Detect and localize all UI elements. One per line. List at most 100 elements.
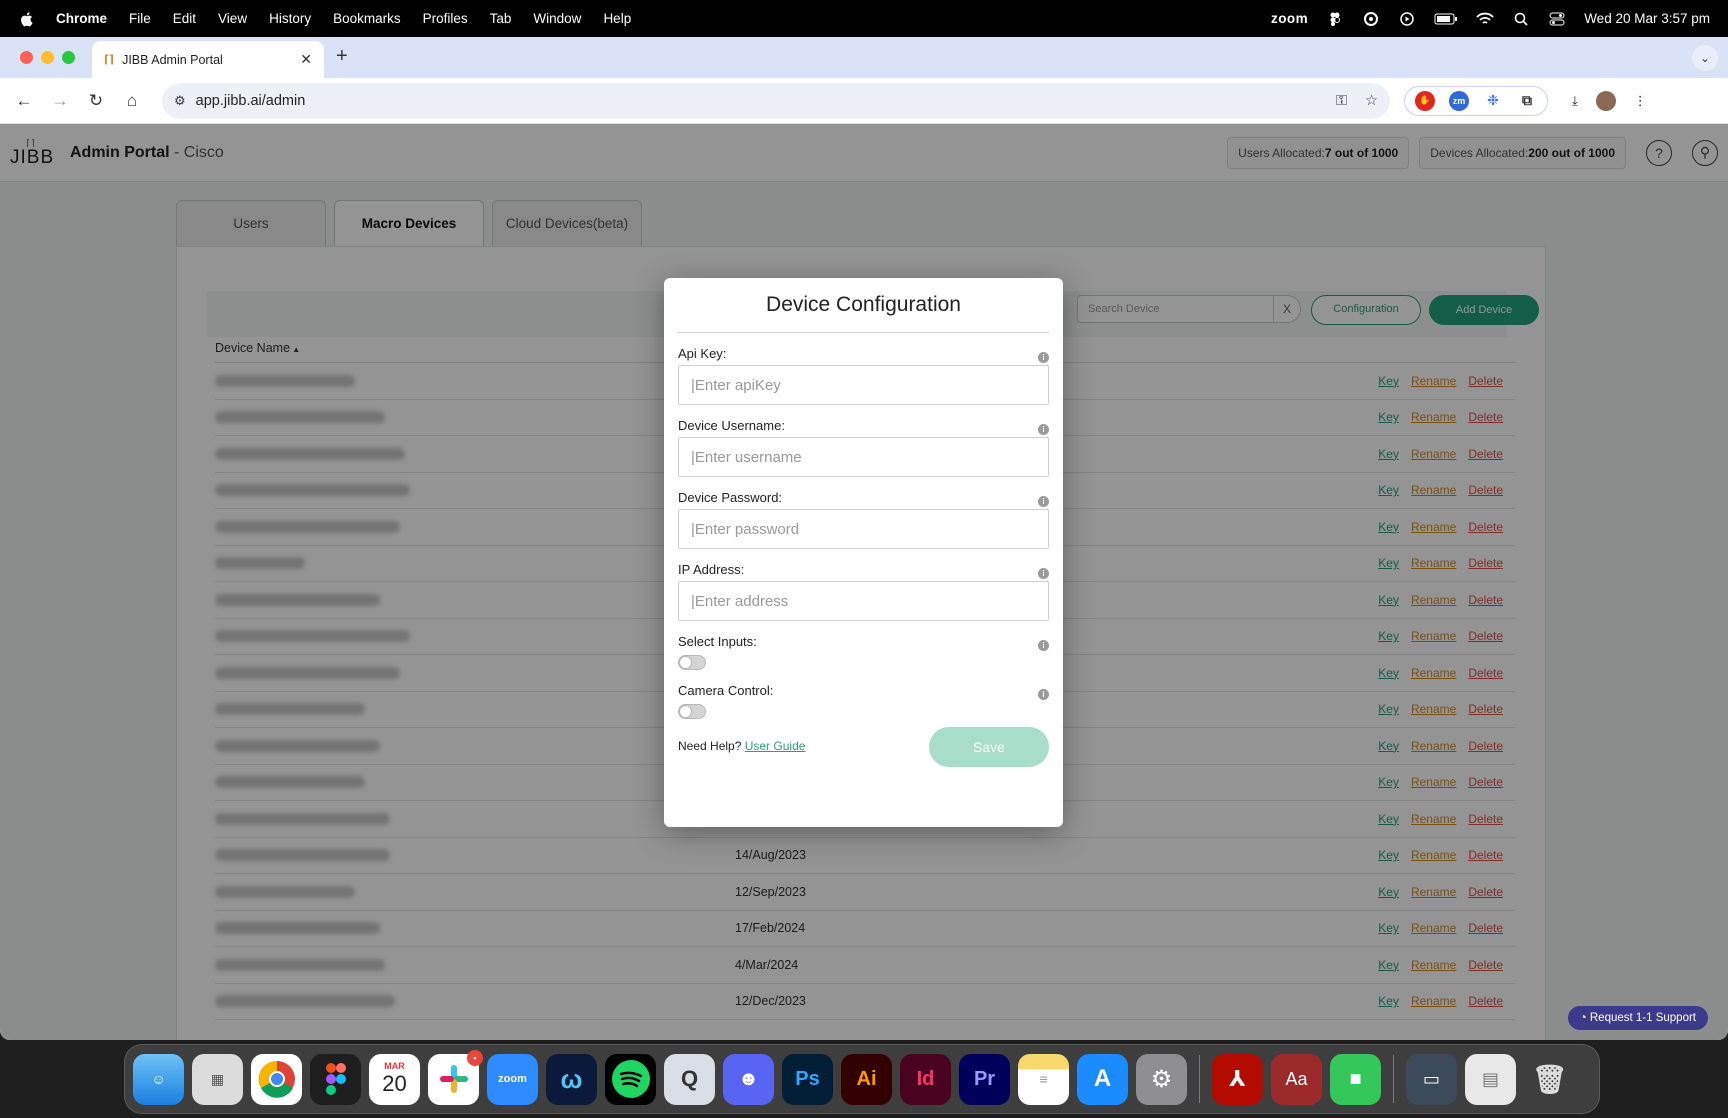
ip-address-label: IP Address: (678, 562, 745, 577)
close-tab-icon[interactable]: ✕ (300, 51, 312, 68)
password-input[interactable] (678, 509, 1049, 549)
address-bar[interactable]: ⚙ app.jibb.ai/admin ⚿ ☆ (162, 82, 1390, 119)
camera-control-toggle[interactable] (678, 704, 706, 719)
browser-tab-active[interactable]: ⌈⌉ JIBB Admin Portal ✕ (92, 41, 324, 78)
url-text[interactable]: app.jibb.ai/admin (196, 93, 306, 109)
jibb-favicon-icon: ⌈⌉ (104, 54, 115, 66)
camera-control-label: Camera Control: (678, 683, 774, 698)
webex-icon[interactable]: ω (546, 1053, 597, 1105)
dictionary-icon[interactable]: Aa (1271, 1053, 1322, 1105)
camera-control-group: Camera Control: i (678, 683, 1049, 719)
device-configuration-modal: Device Configuration Api Key: i Device U… (664, 278, 1063, 827)
illustrator-icon[interactable]: Ai (841, 1053, 892, 1105)
tab-search-icon[interactable]: ⌄ (1692, 45, 1718, 71)
slack-icon[interactable]: • (428, 1049, 483, 1105)
discord-icon[interactable]: ☻ (723, 1053, 774, 1105)
menu-edit[interactable]: Edit (173, 11, 196, 26)
select-inputs-toggle[interactable] (678, 655, 706, 670)
snowflake-extension-icon[interactable]: ❉ (1483, 90, 1503, 111)
spotlight-search-icon[interactable] (1512, 12, 1530, 26)
menu-profiles[interactable]: Profiles (423, 11, 468, 26)
password-label: Device Password: (678, 490, 783, 505)
app-store-icon[interactable]: A (1077, 1053, 1128, 1105)
facetime-icon[interactable]: ■ (1330, 1053, 1381, 1105)
zoom-icon[interactable]: zoom (487, 1053, 538, 1105)
extensions-puzzle-icon[interactable]: ⧉ (1517, 90, 1537, 111)
site-info-icon[interactable]: ⚙ (174, 93, 186, 109)
system-settings-icon[interactable]: ⚙ (1136, 1053, 1187, 1105)
new-tab-icon[interactable]: + (336, 45, 348, 68)
request-support-button[interactable]: ◔ Request 1-1 Support (1567, 1006, 1708, 1030)
user-guide-link[interactable]: User Guide (745, 739, 806, 753)
menubar-clock[interactable]: Wed 20 Mar 3:57 pm (1584, 11, 1710, 26)
username-field-group: Device Username: i (678, 418, 1049, 477)
control-center-icon[interactable] (1548, 12, 1566, 26)
launchpad-icon[interactable]: ▦ (192, 1053, 243, 1105)
menu-app-name[interactable]: Chrome (56, 11, 107, 26)
menu-tab[interactable]: Tab (490, 11, 512, 26)
macos-menu-bar: Chrome File Edit View History Bookmarks … (0, 0, 1728, 37)
wifi-icon[interactable] (1476, 12, 1494, 26)
ip-address-input[interactable] (678, 581, 1049, 621)
api-key-input[interactable] (678, 365, 1049, 405)
home-icon[interactable]: ⌂ (120, 89, 144, 113)
adblock-extension-icon[interactable]: ✋ (1415, 90, 1435, 111)
save-button[interactable]: Save (929, 727, 1049, 767)
api-key-info-icon[interactable]: i (1038, 352, 1049, 363)
maximize-window-button[interactable] (62, 51, 75, 64)
zoom-extension-icon[interactable]: zm (1449, 90, 1469, 111)
downloads-icon[interactable]: ⤓ (1572, 93, 1578, 109)
apple-logo-icon[interactable] (18, 10, 36, 28)
camera-control-info-icon[interactable]: i (1038, 689, 1049, 700)
documents-stack-icon[interactable]: ▤ (1465, 1053, 1516, 1105)
menu-bookmarks[interactable]: Bookmarks (333, 11, 401, 26)
menu-file[interactable]: File (129, 11, 151, 26)
calendar-icon[interactable]: MAR 20 (369, 1053, 420, 1105)
chrome-menu-icon[interactable]: ⋮ (1634, 93, 1647, 109)
password-key-icon[interactable]: ⚿ (1336, 93, 1347, 109)
support-chat-icon: ◔ (1579, 1012, 1590, 1024)
battery-icon[interactable] (1434, 12, 1458, 26)
creative-cloud-icon[interactable] (1362, 11, 1380, 26)
menu-history[interactable]: History (269, 11, 311, 26)
menu-view[interactable]: View (218, 11, 247, 26)
close-window-button[interactable] (20, 51, 33, 64)
screenshot-thumbnail-icon[interactable]: ▭ (1406, 1053, 1457, 1105)
indesign-icon[interactable]: Id (900, 1053, 951, 1105)
toggle-knob (680, 706, 691, 717)
slack-notification-badge: • (467, 1049, 483, 1066)
notes-icon[interactable]: ≡ (1018, 1053, 1069, 1105)
tab-title: JIBB Admin Portal (122, 52, 223, 67)
username-input[interactable] (678, 437, 1049, 477)
minimize-window-button[interactable] (41, 51, 54, 64)
reload-icon[interactable]: ↻ (84, 89, 108, 113)
profile-avatar[interactable] (1595, 90, 1616, 111)
back-icon[interactable]: ← (12, 89, 36, 113)
premiere-icon[interactable]: Pr (959, 1053, 1010, 1105)
forward-icon[interactable]: → (48, 89, 72, 113)
trash-icon[interactable]: 🗑 (1524, 1054, 1575, 1105)
finder-icon[interactable]: ☺ (133, 1053, 184, 1105)
select-inputs-group: Select Inputs: i (678, 634, 1049, 670)
bookmark-star-icon[interactable]: ☆ (1365, 93, 1378, 109)
chrome-icon[interactable] (251, 1053, 302, 1105)
macos-dock: ☺ ▦ MAR 20 • zoom ω Q ☻ Ps Ai Id Pr ≡ A ⚙… (124, 1044, 1600, 1114)
ip-info-icon[interactable]: i (1038, 568, 1049, 579)
figma-status-icon[interactable] (1326, 12, 1344, 26)
acrobat-icon[interactable]: ⅄ (1212, 1053, 1263, 1105)
toggle-knob (680, 657, 691, 668)
quicktime-icon[interactable]: Q (664, 1053, 715, 1105)
spotify-icon[interactable] (605, 1053, 656, 1105)
zoom-status-item[interactable]: zoom (1271, 11, 1308, 26)
username-info-icon[interactable]: i (1038, 424, 1049, 435)
help-text: Need Help? User Guide (678, 739, 806, 753)
menu-help[interactable]: Help (603, 11, 631, 26)
extensions-group: ✋ zm ❉ ⧉ (1404, 85, 1548, 116)
password-info-icon[interactable]: i (1038, 496, 1049, 507)
menu-window[interactable]: Window (533, 11, 581, 26)
photoshop-icon[interactable]: Ps (782, 1053, 833, 1105)
figma-icon[interactable] (310, 1053, 361, 1105)
select-inputs-info-icon[interactable]: i (1038, 640, 1049, 651)
select-inputs-label: Select Inputs: (678, 634, 757, 649)
play-icon[interactable] (1398, 11, 1416, 26)
